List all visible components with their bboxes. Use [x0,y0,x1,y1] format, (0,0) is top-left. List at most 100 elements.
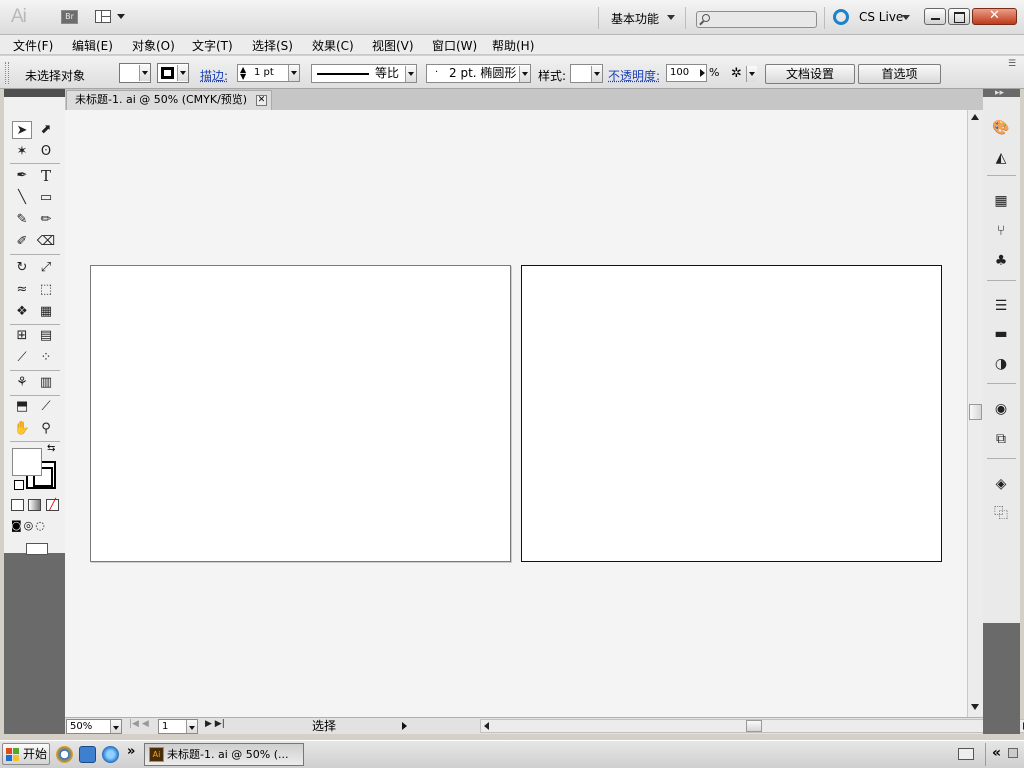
chevron-down-icon[interactable] [746,66,757,82]
fill-color-picker[interactable] [119,63,151,83]
tab-document[interactable]: 未标题-1. ai @ 50% (CMYK/预览) ✕ [66,90,272,110]
layers-panel-icon[interactable]: ◈ [991,475,1011,493]
rectangle-tool-icon[interactable]: ▭ [36,189,56,207]
menu-help[interactable]: 帮助(H) [492,37,534,54]
free-transform-tool-icon[interactable]: ⬚ [36,281,56,299]
direct-selection-tool-icon[interactable]: ⬈ [36,121,56,139]
scroll-up-icon[interactable] [971,114,979,120]
eraser-tool-icon[interactable]: ⌫ [36,233,56,251]
workspace-switcher[interactable]: 基本功能 [611,10,659,27]
panel-grip[interactable] [5,62,9,84]
panel-menu-icon[interactable]: ☰ [1008,59,1016,69]
artboard-2[interactable] [521,265,942,562]
width-tool-icon[interactable]: ≈ [12,281,32,299]
paintbrush-tool-icon[interactable]: ✎ [12,211,32,229]
pencil-tool-icon[interactable]: ✏ [36,211,56,229]
cs-live-menu[interactable]: CS Live [859,10,903,24]
close-icon[interactable]: ✕ [256,95,267,106]
opacity-label[interactable]: 不透明度: [608,67,660,84]
recolor-artwork-icon[interactable]: ✲ [731,66,742,81]
hand-tool-icon[interactable]: ✋ [12,420,32,438]
stroke-color-picker[interactable] [157,63,189,83]
variable-width-profile[interactable]: 等比 [311,64,417,83]
transparency-panel-icon[interactable]: ◑ [991,355,1011,373]
symbols-panel-icon[interactable]: ♣ [991,252,1011,270]
rotate-tool-icon[interactable]: ↻ [12,259,32,277]
gradient-panel-icon[interactable]: ▬ [991,325,1011,343]
show-hidden-icons[interactable]: « [992,745,1001,761]
color-panel-icon[interactable]: 🎨 [991,119,1011,137]
search-input[interactable] [696,11,817,28]
symbol-sprayer-tool-icon[interactable]: ⚘ [12,374,32,392]
none-mode-icon[interactable]: ╱ [46,499,59,511]
scroll-left-icon[interactable] [484,722,489,730]
internet-explorer-icon[interactable] [102,746,119,763]
selection-tool-icon[interactable]: ➤ [12,121,32,139]
menu-type[interactable]: 文字(T) [192,37,233,54]
canvas[interactable] [65,110,967,717]
default-colors-icon[interactable] [14,480,24,490]
tool-status-readout[interactable]: 选择 [237,719,411,733]
keyboard-icon[interactable] [958,748,974,760]
menu-edit[interactable]: 编辑(E) [72,37,113,54]
stroke-weight-input[interactable]: 1 pt ▲ ▼ [237,64,300,82]
blob-brush-tool-icon[interactable]: ✐ [12,233,32,251]
graphic-styles-panel-icon[interactable]: ⧉ [991,430,1011,448]
shape-builder-tool-icon[interactable]: ❖ [12,303,32,321]
chevron-right-icon[interactable] [700,69,705,77]
gradient-tool-icon[interactable]: ▤ [36,327,56,345]
menu-file[interactable]: 文件(F) [13,37,53,54]
appearance-panel-icon[interactable]: ◉ [991,400,1011,418]
lasso-tool-icon[interactable]: ʘ [36,143,56,161]
screen-mode-icon[interactable] [26,543,48,555]
swap-colors-icon[interactable]: ⇆ [47,443,55,454]
document-setup-button[interactable]: 文档设置 [765,64,855,84]
first-artboard-icon[interactable]: |◀ ◀ [129,719,149,729]
blend-tool-icon[interactable]: ⁘ [36,349,56,367]
network-icon[interactable] [1008,748,1018,758]
opacity-input[interactable]: 100 [666,64,707,82]
scroll-down-icon[interactable] [971,704,979,710]
media-player-icon[interactable] [56,746,73,763]
zoom-level-select[interactable]: 50% [66,719,122,734]
chevron-right-icon[interactable] [402,722,407,730]
zoom-tool-icon[interactable]: ⚲ [36,420,56,438]
drawing-mode-icons[interactable]: ◙◎◌ [11,519,59,533]
color-guide-panel-icon[interactable]: ◭ [991,149,1011,167]
menu-view[interactable]: 视图(V) [372,37,414,54]
stepper-icon[interactable]: ▲ ▼ [240,66,246,81]
bridge-button[interactable]: Br [61,10,78,24]
magic-wand-tool-icon[interactable]: ✶ [12,143,32,161]
horizontal-scrollbar[interactable] [480,719,1024,733]
brush-definition[interactable]: · 2 pt. 椭圆形 [426,64,531,83]
type-tool-icon[interactable]: T [36,167,56,185]
desktop-icon[interactable] [79,746,96,763]
column-graph-tool-icon[interactable]: ▥ [36,374,56,392]
close-button[interactable]: ✕ [972,8,1017,25]
start-button[interactable]: 开始 [2,743,50,765]
artboard-tool-icon[interactable]: ⬒ [12,398,32,416]
chevron-down-icon[interactable] [667,15,675,20]
mesh-tool-icon[interactable]: ⊞ [12,327,32,345]
scroll-thumb[interactable] [746,720,762,732]
artboard-navigation-select[interactable]: 1 [158,719,198,734]
graphic-style-picker[interactable] [570,64,603,83]
scale-tool-icon[interactable]: ⤢ [36,259,56,277]
color-mode-icon[interactable] [11,499,24,511]
line-tool-icon[interactable]: ╲ [12,189,32,207]
artboards-panel-icon[interactable]: ⿻ [991,505,1011,523]
gradient-mode-icon[interactable] [28,499,41,511]
slice-tool-icon[interactable]: ⟋ [36,398,56,416]
arrange-documents-button[interactable] [95,9,131,25]
preferences-button[interactable]: 首选项 [858,64,941,84]
minimize-button[interactable] [924,8,946,25]
menu-select[interactable]: 选择(S) [252,37,293,54]
next-artboard-icon[interactable]: ▶ ▶| [205,719,225,729]
maximize-button[interactable] [948,8,970,25]
brushes-panel-icon[interactable]: ⑂ [991,222,1011,240]
eyedropper-tool-icon[interactable]: ⟋ [12,349,32,367]
artboard-1[interactable] [90,265,511,562]
perspective-grid-tool-icon[interactable]: ▦ [36,303,56,321]
fill-color-icon[interactable] [12,448,42,476]
cs-live-icon[interactable] [833,9,849,25]
